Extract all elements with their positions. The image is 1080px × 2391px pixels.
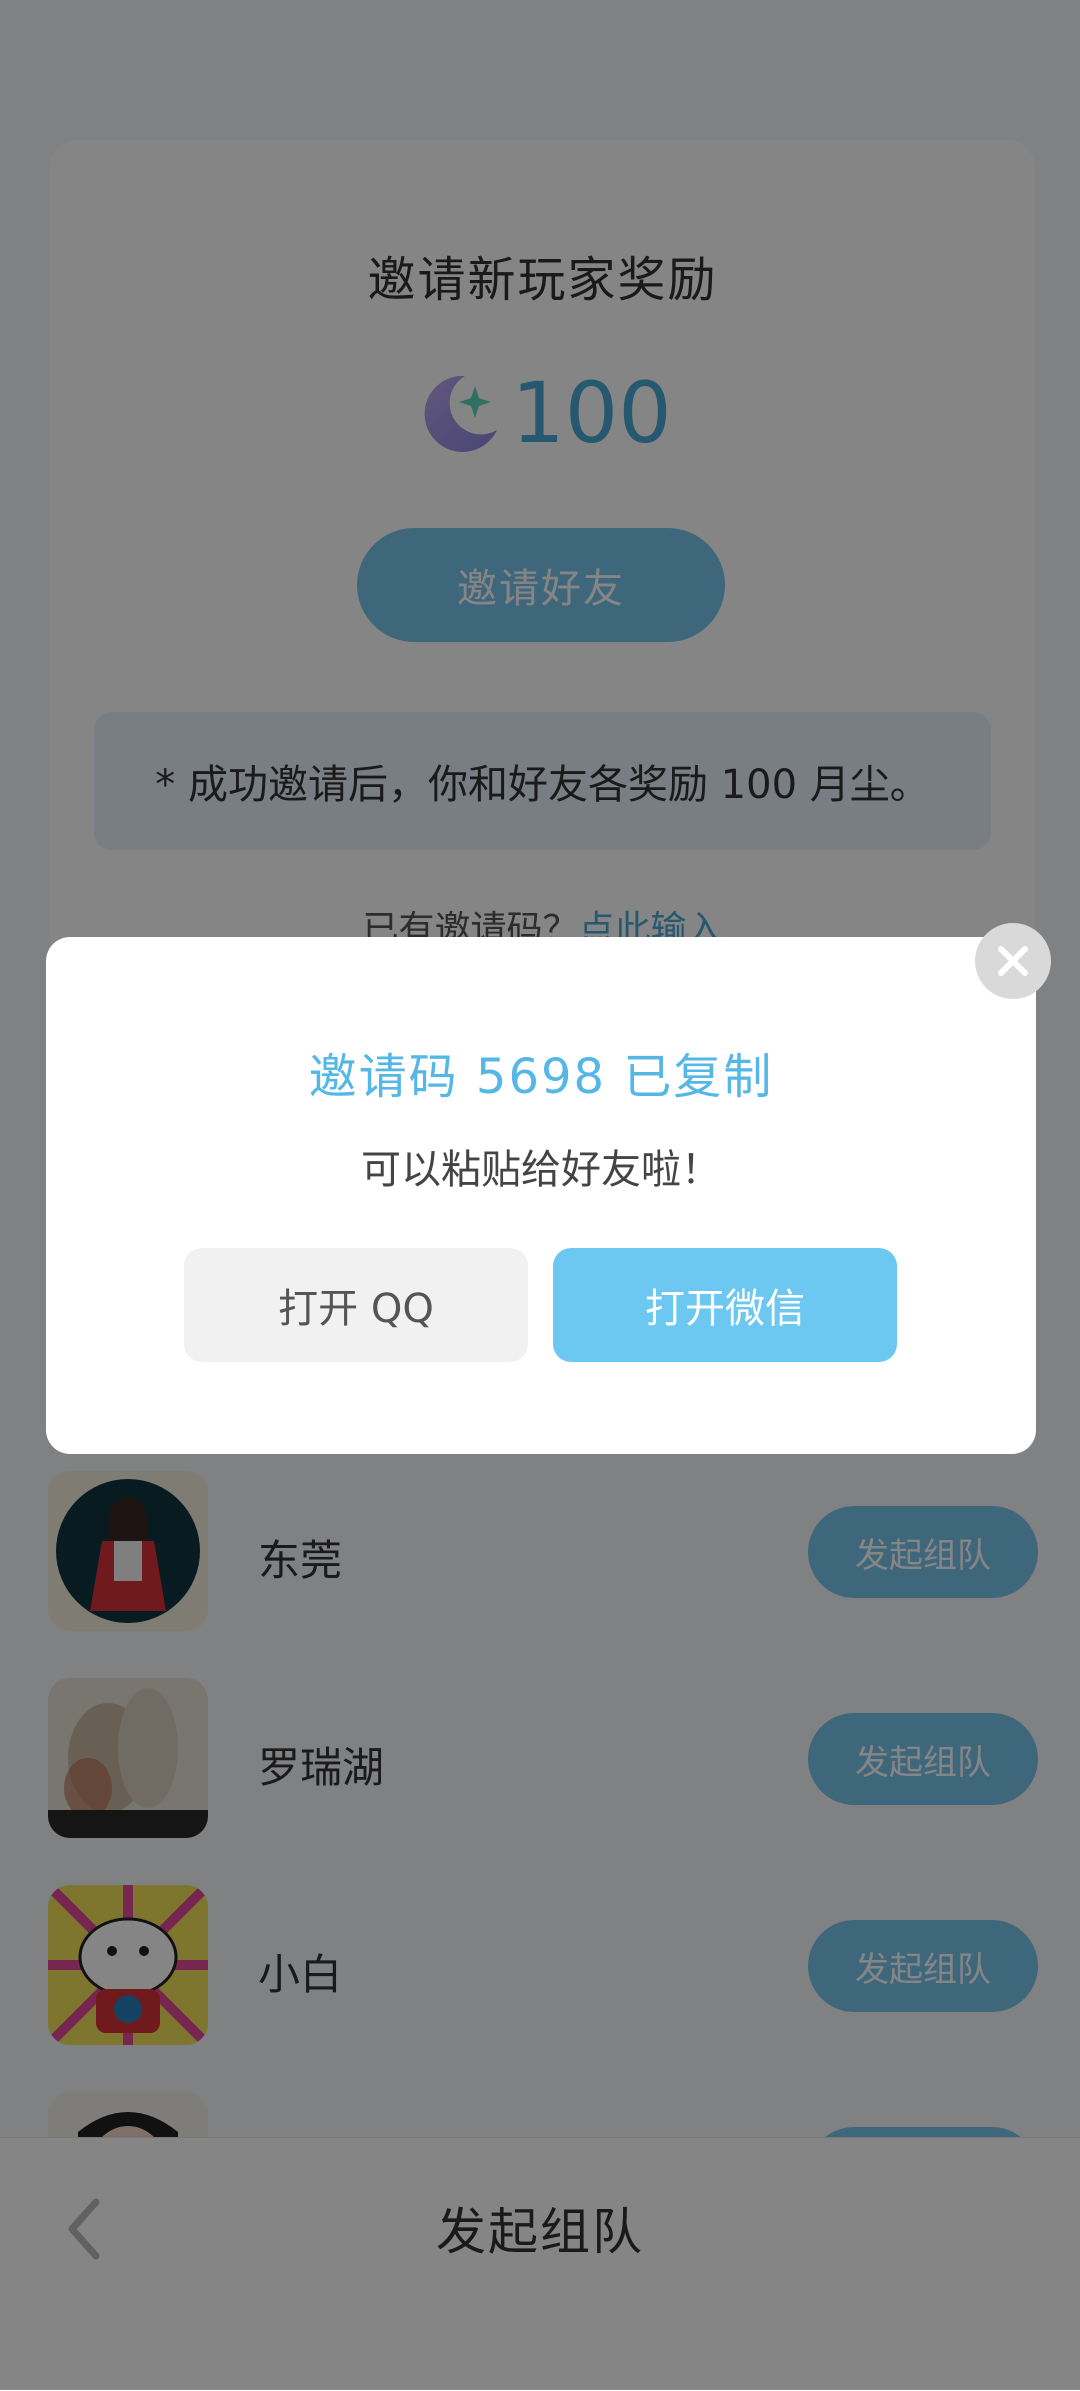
open-wechat-button[interactable]: 打开微信 xyxy=(553,1248,897,1362)
close-icon xyxy=(998,946,1028,976)
open-qq-button[interactable]: 打开 QQ xyxy=(184,1248,528,1362)
invite-code-copied-dialog: 邀请码 5698 已复制 可以粘贴给好友啦！ 打开 QQ 打开微信 xyxy=(46,937,1036,1454)
close-dialog-button[interactable] xyxy=(975,923,1051,999)
dialog-title: 邀请码 5698 已复制 xyxy=(308,1049,774,1105)
dialog-subtitle: 可以粘贴给好友啦！ xyxy=(361,1147,721,1193)
